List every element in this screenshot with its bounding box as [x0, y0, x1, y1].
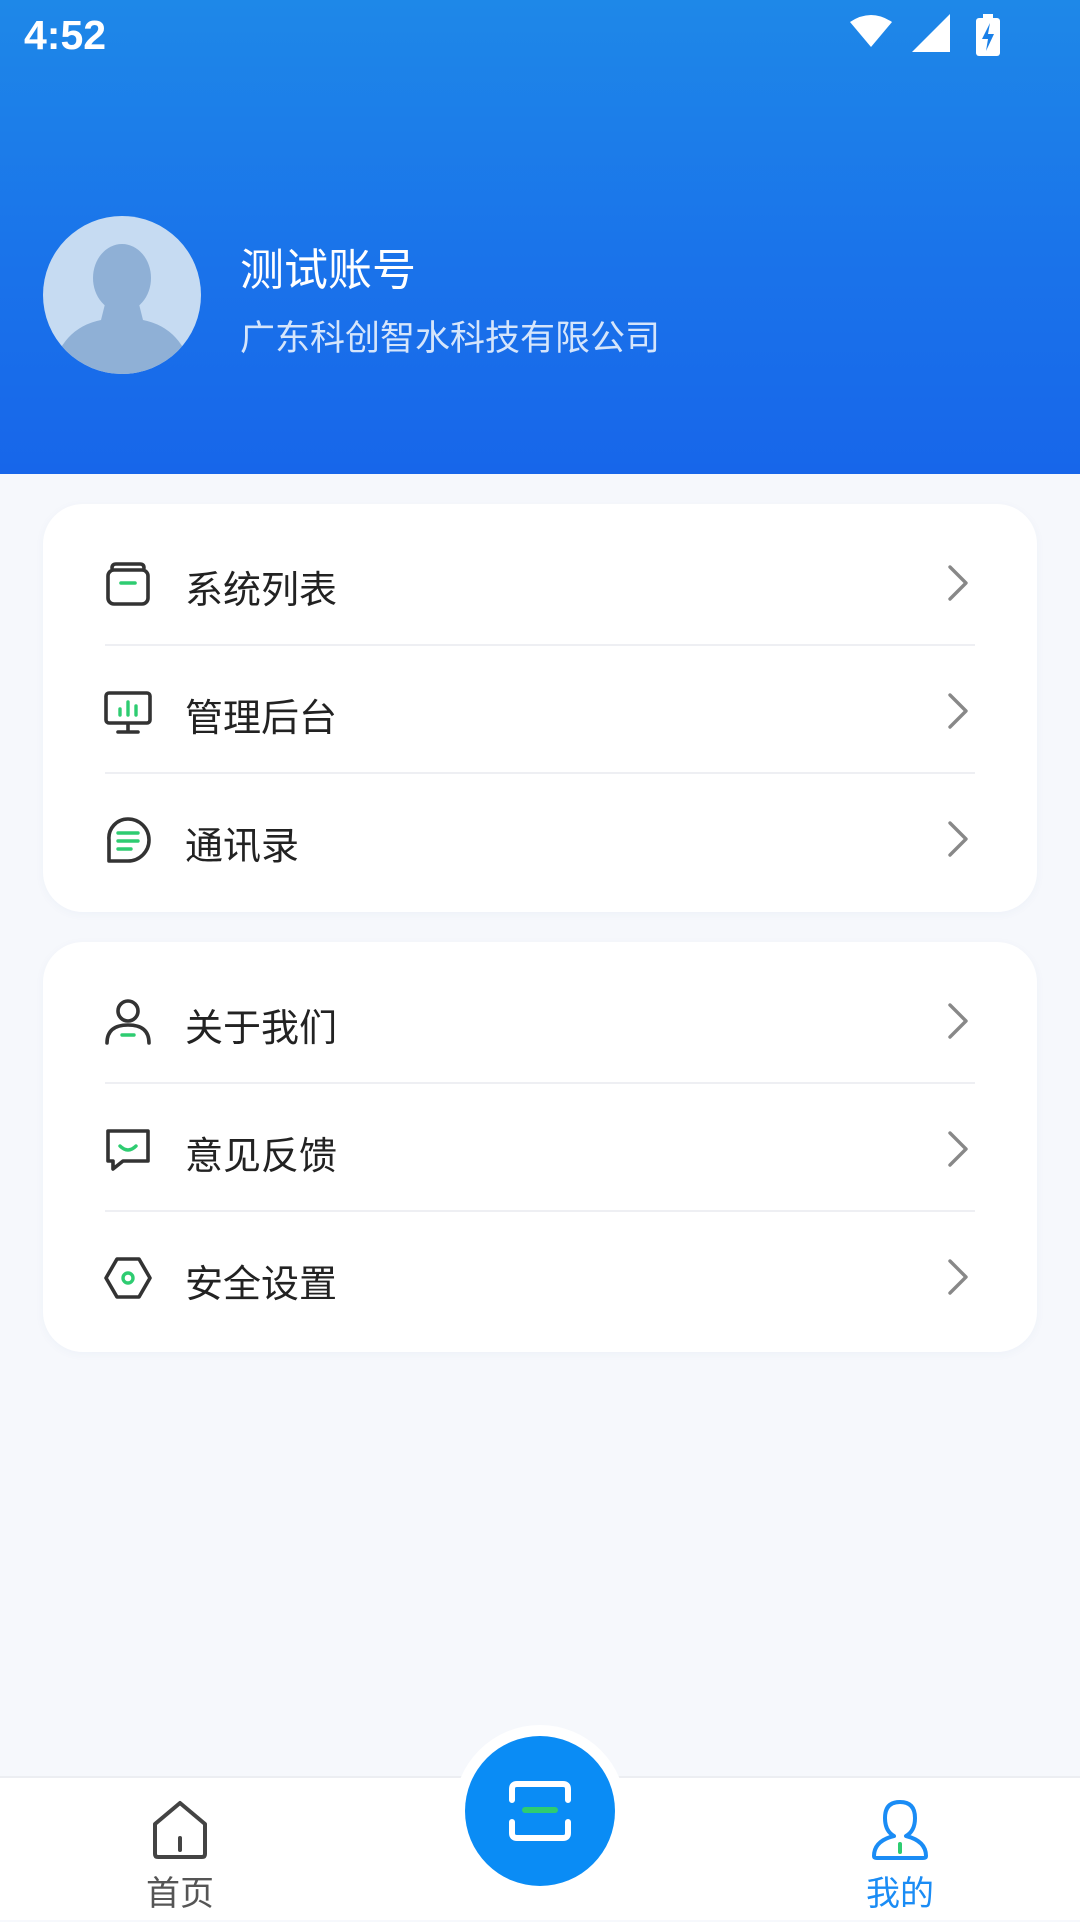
tab-label: 我的	[866, 1874, 934, 1914]
hexagon-nut-icon	[104, 1257, 152, 1299]
menu-item-feedback[interactable]: 意见反馈	[43, 1085, 1037, 1212]
chevron-right-icon	[948, 565, 968, 601]
menu-item-about-us[interactable]: 关于我们	[43, 957, 1037, 1084]
battery-charging-icon	[976, 14, 1000, 56]
feedback-smile-icon	[106, 1129, 150, 1171]
scan-button[interactable]	[465, 1736, 615, 1886]
avatar[interactable]	[43, 216, 201, 374]
menu-item-system-list[interactable]: 系统列表	[43, 519, 1037, 646]
menu-item-label: 通讯录	[185, 824, 300, 868]
menu-item-admin-backend[interactable]: 管理后台	[43, 647, 1037, 774]
default-avatar-icon	[51, 244, 193, 374]
chevron-right-icon	[948, 821, 968, 857]
menu-card-primary: 系统列表 管理后台 通讯录	[43, 504, 1037, 912]
chat-list-icon	[107, 817, 151, 863]
chevron-right-icon	[948, 1003, 968, 1039]
tab-mine[interactable]: 我的	[800, 1778, 1000, 1922]
home-icon	[153, 1801, 207, 1859]
menu-item-label: 管理后台	[185, 696, 338, 740]
profile-header: 4:52 测试账号 广东科创智水科技有限公司	[0, 0, 1080, 474]
chevron-right-icon	[948, 1259, 968, 1295]
user-profile-icon	[872, 1800, 928, 1860]
menu-item-label: 安全设置	[185, 1262, 338, 1306]
status-time: 4:52	[24, 12, 107, 58]
divider	[105, 644, 975, 646]
menu-item-security-settings[interactable]: 安全设置	[43, 1213, 1037, 1340]
chevron-right-icon	[948, 1131, 968, 1167]
menu-item-label: 意见反馈	[185, 1134, 338, 1178]
signal-icon	[912, 14, 950, 52]
monitor-chart-icon	[104, 691, 152, 734]
menu-item-contacts[interactable]: 通讯录	[43, 775, 1037, 902]
divider	[105, 1082, 975, 1084]
scan-icon	[509, 1781, 571, 1841]
status-bar: 4:52	[0, 0, 1080, 76]
divider	[105, 772, 975, 774]
user-company: 广东科创智水科技有限公司	[240, 319, 661, 359]
divider	[105, 1210, 975, 1212]
menu-card-secondary: 关于我们 意见反馈 安全设置	[43, 942, 1037, 1352]
tab-label: 首页	[146, 1874, 214, 1914]
menu-item-label: 系统列表	[185, 568, 338, 612]
box-icon	[106, 562, 150, 606]
person-icon	[105, 999, 151, 1045]
chevron-right-icon	[948, 693, 968, 729]
tab-home[interactable]: 首页	[80, 1778, 280, 1922]
wifi-icon	[850, 15, 892, 47]
user-name: 测试账号	[240, 245, 416, 296]
menu-item-label: 关于我们	[185, 1006, 338, 1050]
scan-button-ring	[454, 1725, 626, 1897]
